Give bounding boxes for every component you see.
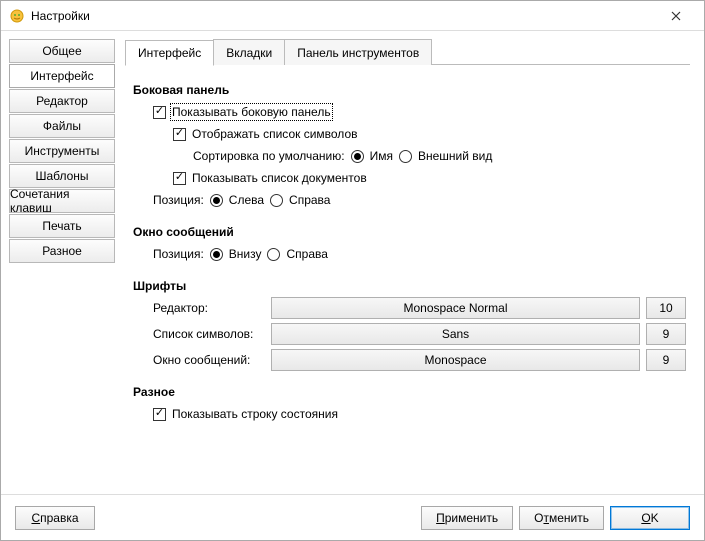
apply-button[interactable]: Применить: [421, 506, 513, 530]
settings-window: Настройки Общее Интерфейс Редактор Файлы…: [0, 0, 705, 541]
checkbox-show-statusbar[interactable]: [153, 408, 166, 421]
ok-button[interactable]: OK: [610, 506, 690, 530]
tab-interface[interactable]: Интерфейс: [125, 40, 214, 66]
footer: Справка Применить Отменить OK: [1, 494, 704, 540]
label-show-statusbar[interactable]: Показывать строку состояния: [172, 407, 338, 421]
label-msgwin-position: Позиция:: [153, 247, 204, 261]
section-misc-title: Разное: [133, 385, 686, 399]
sidebar-item-misc[interactable]: Разное: [9, 239, 115, 263]
button-fontsize-editor[interactable]: 10: [646, 297, 686, 319]
label-msg-right[interactable]: Справа: [286, 247, 327, 261]
label-side-left[interactable]: Слева: [229, 193, 264, 207]
radio-msg-right[interactable]: [267, 248, 280, 261]
button-fontsize-symbols[interactable]: 9: [646, 323, 686, 345]
label-sort-default: Сортировка по умолчанию:: [193, 149, 345, 163]
sidebar-item-interface[interactable]: Интерфейс: [9, 64, 115, 88]
sidebar: Общее Интерфейс Редактор Файлы Инструмен…: [9, 35, 115, 490]
label-font-symbols: Список символов:: [153, 327, 265, 341]
radio-msg-bottom[interactable]: [210, 248, 223, 261]
label-sort-appearance[interactable]: Внешний вид: [418, 149, 492, 163]
window-title: Настройки: [31, 9, 656, 23]
label-show-symbols[interactable]: Отображать список символов: [192, 127, 358, 141]
section-sidepanel-title: Боковая панель: [133, 83, 686, 97]
section-fonts-title: Шрифты: [133, 279, 686, 293]
close-button[interactable]: [656, 2, 696, 30]
radio-side-right[interactable]: [270, 194, 283, 207]
button-font-msgwin[interactable]: Monospace: [271, 349, 640, 371]
label-font-msgwin: Окно сообщений:: [153, 353, 265, 367]
button-font-symbols[interactable]: Sans: [271, 323, 640, 345]
label-show-docs[interactable]: Показывать список документов: [192, 171, 367, 185]
tab-toolbar[interactable]: Панель инструментов: [284, 39, 432, 65]
sidebar-item-print[interactable]: Печать: [9, 214, 115, 238]
radio-sort-name[interactable]: [351, 150, 364, 163]
label-side-right[interactable]: Справа: [289, 193, 330, 207]
main-panel: Интерфейс Вкладки Панель инструментов Бо…: [115, 35, 696, 490]
checkbox-show-symbols[interactable]: [173, 128, 186, 141]
radio-sort-appearance[interactable]: [399, 150, 412, 163]
titlebar: Настройки: [1, 1, 704, 31]
section-msgwin-title: Окно сообщений: [133, 225, 686, 239]
sidebar-item-tools[interactable]: Инструменты: [9, 139, 115, 163]
label-sort-name[interactable]: Имя: [370, 149, 393, 163]
sidebar-item-files[interactable]: Файлы: [9, 114, 115, 138]
checkbox-show-docs[interactable]: [173, 172, 186, 185]
label-font-editor: Редактор:: [153, 301, 265, 315]
label-sidepanel-position: Позиция:: [153, 193, 204, 207]
cancel-button[interactable]: Отменить: [519, 506, 604, 530]
help-button[interactable]: Справка: [15, 506, 95, 530]
label-show-sidepanel[interactable]: Показывать боковую панель: [172, 105, 331, 119]
sidebar-item-editor[interactable]: Редактор: [9, 89, 115, 113]
tab-content: Боковая панель Показывать боковую панель…: [125, 65, 690, 486]
radio-side-left[interactable]: [210, 194, 223, 207]
tabbar: Интерфейс Вкладки Панель инструментов: [125, 39, 690, 65]
button-fontsize-msgwin[interactable]: 9: [646, 349, 686, 371]
button-font-editor[interactable]: Monospace Normal: [271, 297, 640, 319]
sidebar-item-general[interactable]: Общее: [9, 39, 115, 63]
sidebar-item-keybindings[interactable]: Сочетания клавиш: [9, 189, 115, 213]
sidebar-item-templates[interactable]: Шаблоны: [9, 164, 115, 188]
label-msg-bottom[interactable]: Внизу: [229, 247, 262, 261]
checkbox-show-sidepanel[interactable]: [153, 106, 166, 119]
app-icon: [9, 8, 25, 24]
tab-tabs[interactable]: Вкладки: [213, 39, 285, 65]
